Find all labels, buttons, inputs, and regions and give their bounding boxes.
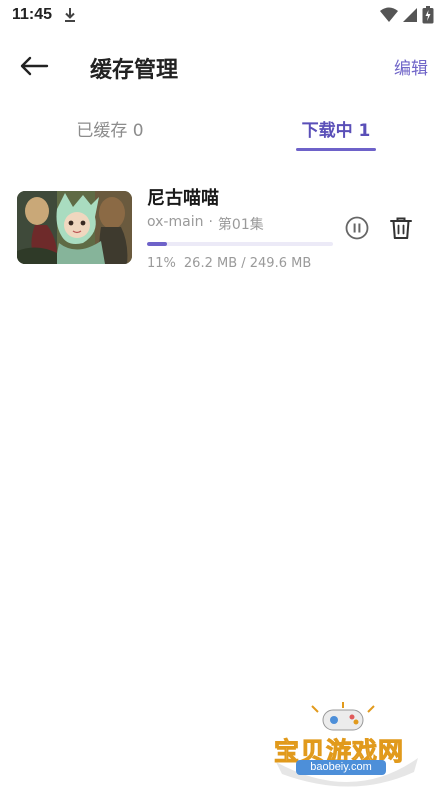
pause-button[interactable] [344, 215, 370, 241]
trash-icon [390, 217, 412, 239]
download-progress-bar [147, 242, 333, 246]
arrow-left-icon [20, 56, 49, 76]
battery-icon [422, 6, 434, 24]
edit-button[interactable]: 编辑 [394, 54, 428, 79]
tab-indicator [296, 148, 376, 151]
item-title: 尼古喵喵 [147, 188, 219, 209]
status-time: 11:45 [12, 6, 53, 23]
anime-thumbnail [17, 191, 132, 264]
item-separator: · [208, 214, 213, 230]
signal-icon [403, 8, 417, 22]
progress-percent: 11% [147, 256, 176, 271]
wifi-icon [380, 7, 398, 22]
item-progress-info: 11% 26.2 MB / 249.6 MB [147, 256, 311, 271]
app-bar: 缓存管理 编辑 [0, 42, 448, 90]
item-subtitle: ox-main · 第01集 [147, 214, 264, 234]
page-title: 缓存管理 [90, 58, 179, 83]
download-progress-fill [147, 242, 168, 246]
item-episode: 第01集 [217, 217, 264, 233]
download-size: 26.2 MB / 249.6 MB [183, 256, 312, 271]
item-source: ox-main [147, 214, 204, 230]
status-bar: 11:45 [0, 0, 448, 32]
download-icon [65, 8, 75, 22]
tab-cached[interactable]: 已缓存 0 [40, 108, 180, 154]
site-watermark: 宝贝游戏网 baobeiy.com [268, 700, 438, 790]
pause-circle-icon [345, 216, 369, 240]
back-button[interactable] [14, 50, 54, 82]
delete-button[interactable] [388, 215, 414, 241]
status-icons [380, 5, 434, 25]
download-item[interactable]: 尼古喵喵 ox-main · 第01集 11% 26.2 MB / 249.6 … [0, 184, 448, 276]
tab-bar: 已缓存 0 下载中 1 [0, 108, 448, 154]
watermark-url: baobeiy.com [296, 760, 386, 775]
